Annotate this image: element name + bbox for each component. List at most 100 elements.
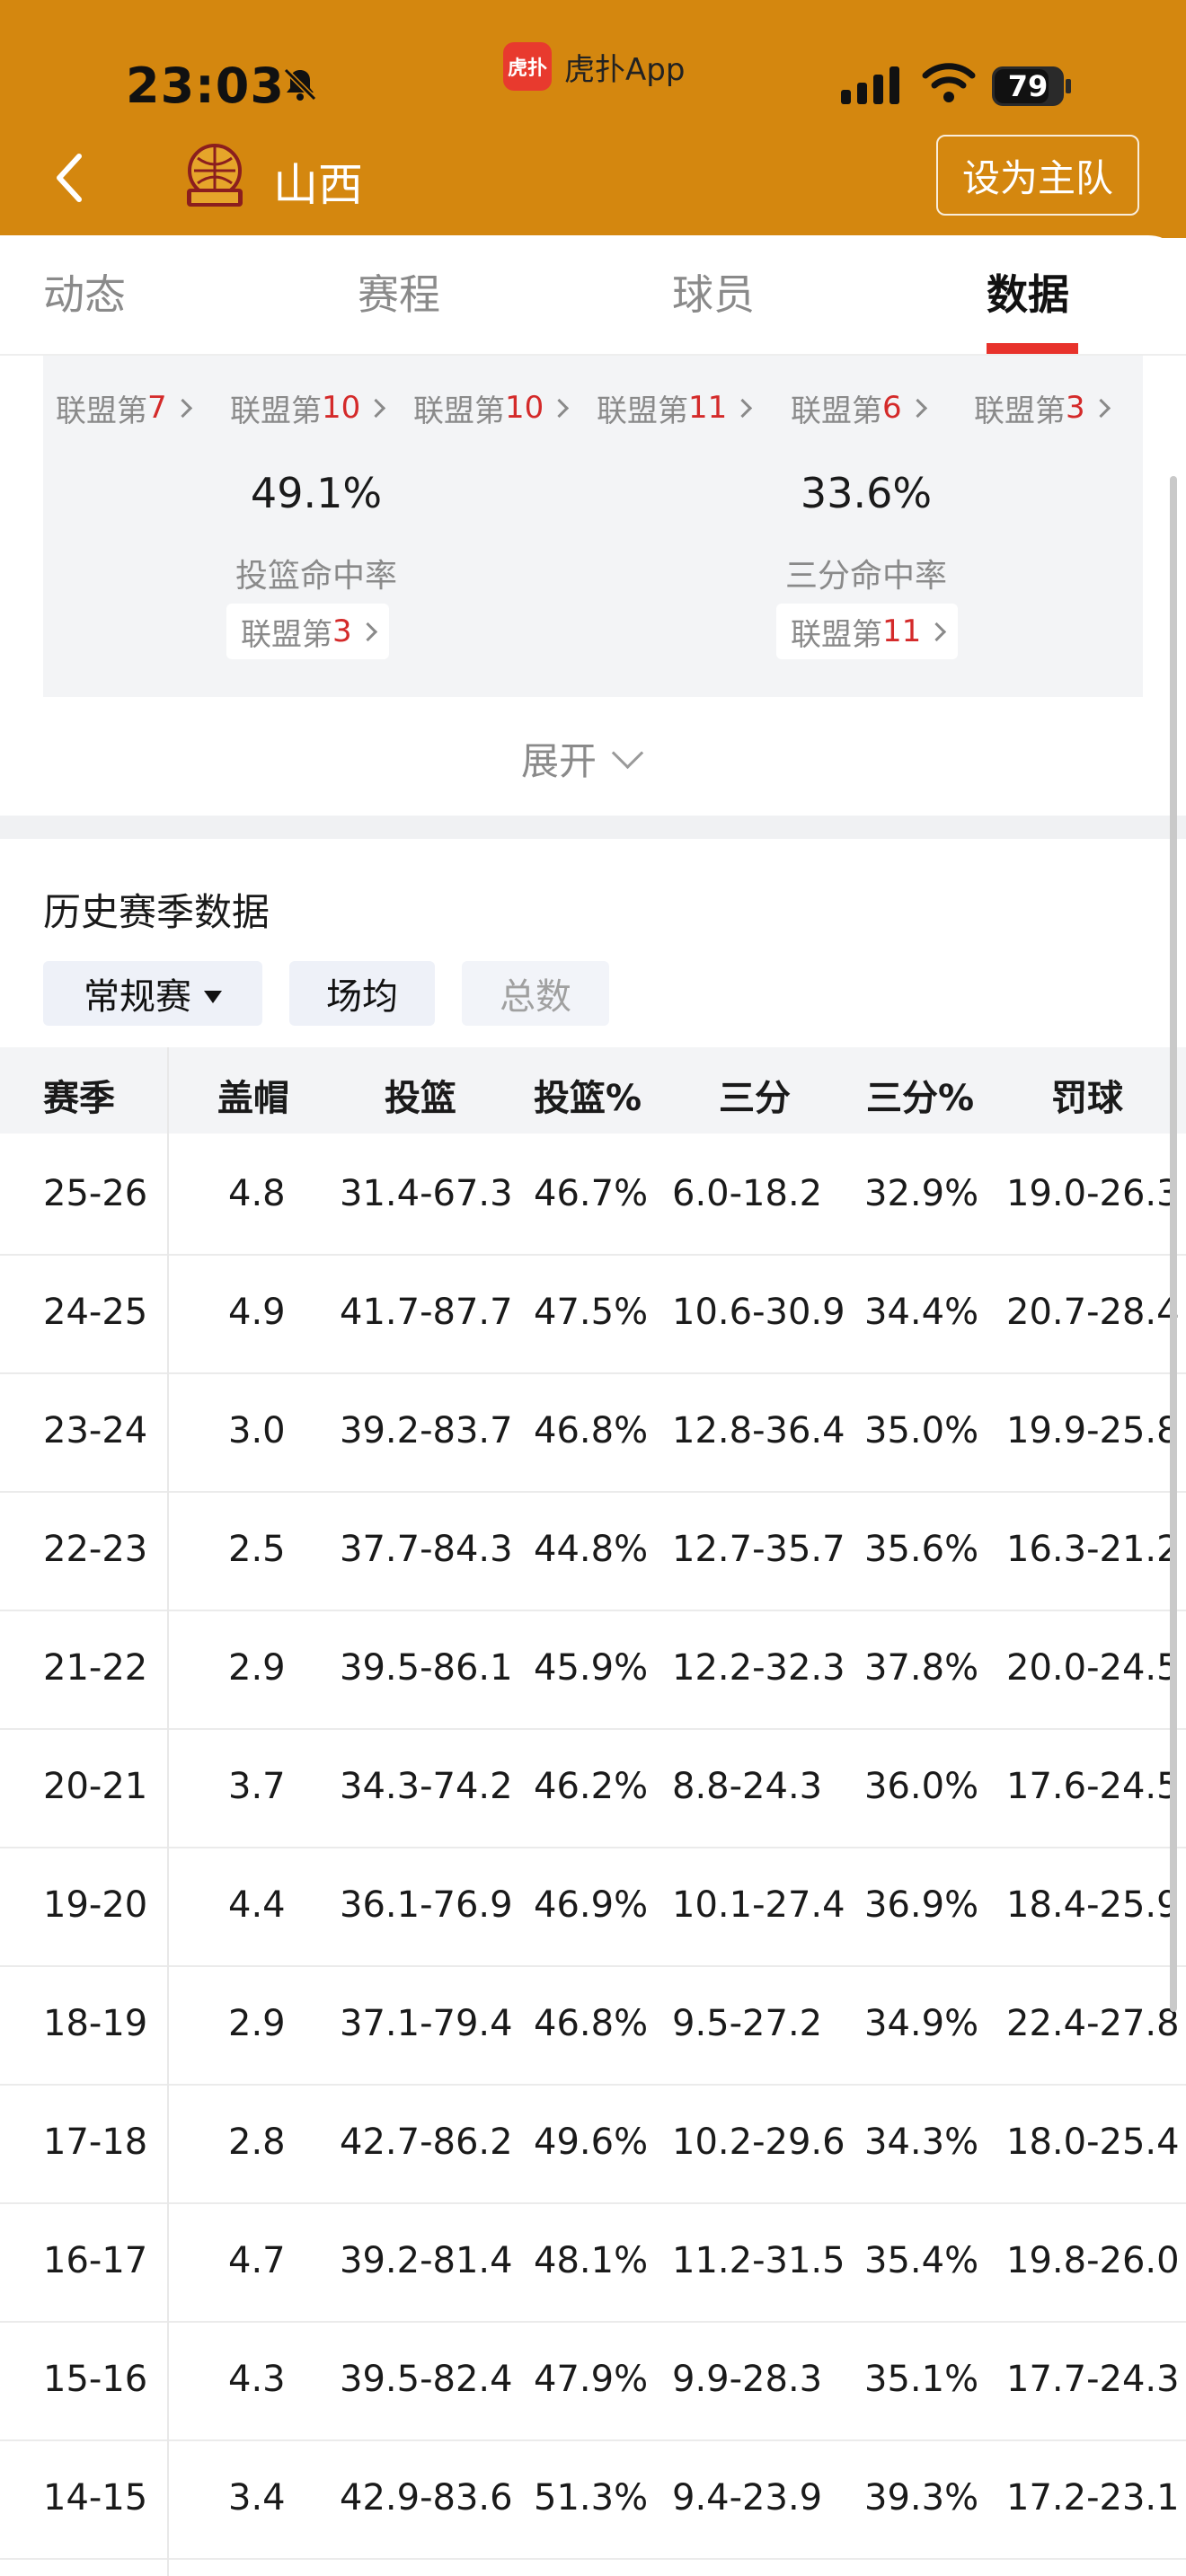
rank-prefix: 联盟第 <box>791 616 882 653</box>
cell-fg: 42.7-86.2 <box>340 2122 513 2163</box>
status-time: 23:03 <box>126 57 285 114</box>
cell-fg-pct: 48.1% <box>534 2240 649 2281</box>
cell-ft: 18.4-25.9 <box>1006 1884 1180 1926</box>
cell-season: 14-15 <box>43 2477 148 2519</box>
cell-season: 23-24 <box>43 1410 148 1451</box>
rank-number: 3 <box>1066 390 1085 426</box>
cell-fg: 37.1-79.4 <box>340 2003 513 2044</box>
chevron-right-icon <box>367 398 386 418</box>
cell-three: 12.8-36.4 <box>672 1410 845 1451</box>
table-row[interactable]: 21-22 2.9 39.5-86.1 45.9% 12.2-32.3 37.8% 20.0… <box>0 1610 1186 1730</box>
table-row[interactable]: 20-21 3.7 34.3-74.2 46.2% 8.8-24.3 36.0% 17.6-… <box>0 1728 1186 1848</box>
cell-ft: 20.0-24.5 <box>1006 1647 1180 1689</box>
frozen-column-divider <box>167 1047 169 2576</box>
set-home-team-button[interactable]: 设为主队 <box>936 135 1139 216</box>
cell-fg: 31.4-67.3 <box>340 1173 513 1214</box>
cell-season: 17-18 <box>43 2122 148 2163</box>
fg-pct-value: 49.1% <box>250 469 383 517</box>
table-row[interactable]: 16-17 4.7 39.2-81.4 48.1% 11.2-31.5 35.4% 19.8… <box>0 2202 1186 2323</box>
league-rank-link[interactable]: 联盟第 6 <box>791 386 927 429</box>
cell-three: 8.8-24.3 <box>672 1766 823 1807</box>
table-row[interactable]: 23-24 3.0 39.2-83.7 46.8% 12.8-36.4 35.0% 19.9… <box>0 1372 1186 1493</box>
cell-three-pct: 36.9% <box>864 1884 979 1926</box>
cell-fg-pct: 47.5% <box>534 1292 649 1333</box>
team-name: 山西 <box>273 159 363 211</box>
col-header-fg: 投篮 <box>385 1078 456 1119</box>
cell-blocks: 4.7 <box>228 2240 286 2281</box>
table-row[interactable]: 18-19 2.9 37.1-79.4 46.8% 9.5-27.2 34.9% 22.4-… <box>0 1965 1186 2086</box>
cell-three-pct: 34.3% <box>864 2122 979 2163</box>
scrollbar[interactable] <box>1170 476 1177 2012</box>
table-row[interactable]: 24-25 4.9 41.7-87.7 47.5% 10.6-30.9 34.4% 20.7… <box>0 1254 1186 1374</box>
table-row[interactable]: 14-15 3.4 42.9-83.6 51.3% 9.4-23.9 39.3% 17.2-… <box>0 2439 1186 2560</box>
expand-label: 展开 <box>521 738 597 783</box>
hupu-logo-text: 虎扑 <box>507 57 547 80</box>
cell-ft: 17.7-24.3 <box>1006 2359 1180 2400</box>
table-row[interactable]: 15-16 4.3 39.5-82.4 47.9% 9.9-28.3 35.1% 17.7-… <box>0 2321 1186 2441</box>
rank-number: 7 <box>147 390 167 426</box>
cell-season: 19-20 <box>43 1884 148 1926</box>
cell-ft: 16.3-21.2 <box>1006 1529 1180 1570</box>
fg-pct-rank-link[interactable]: 联盟第 3 <box>226 604 389 659</box>
history-title: 历史赛季数据 <box>43 890 270 934</box>
cell-three-pct: 36.0% <box>864 1766 979 1807</box>
app-name: 虎扑App <box>564 51 686 88</box>
per-game-toggle[interactable]: 场均 <box>289 961 435 1026</box>
table-row[interactable]: 22-23 2.5 37.7-84.3 44.8% 12.7-35.7 35.6% 16.3… <box>0 1491 1186 1611</box>
section-divider <box>0 816 1186 839</box>
tab-stats[interactable]: 数据 <box>987 262 1069 322</box>
cell-blocks: 3.0 <box>228 1410 286 1451</box>
league-rank-link[interactable]: 联盟第 10 <box>413 386 570 429</box>
cell-three: 9.5-27.2 <box>672 2003 823 2044</box>
totals-toggle[interactable]: 总数 <box>462 961 609 1026</box>
cell-three: 10.6-30.9 <box>672 1292 845 1333</box>
rank-prefix: 联盟第 <box>230 393 322 429</box>
col-header-season: 赛季 <box>43 1078 115 1119</box>
expand-button[interactable]: 展开 <box>521 731 644 785</box>
tab-players[interactable]: 球员 <box>672 262 755 322</box>
cell-fg: 36.1-76.9 <box>340 1884 513 1926</box>
table-row[interactable]: 17-18 2.8 42.7-86.2 49.6% 10.2-29.6 34.3% 18.0… <box>0 2084 1186 2204</box>
table-row[interactable]: 19-20 4.4 36.1-76.9 46.9% 10.1-27.4 36.9% 18.4… <box>0 1847 1186 1967</box>
table-row[interactable]: 25-26 4.8 31.4-67.3 46.7% 6.0-18.2 32.9% 19.0-… <box>0 1135 1186 1256</box>
cell-fg-pct: 47.9% <box>534 2359 649 2400</box>
back-arrow-icon[interactable] <box>52 151 88 205</box>
rank-prefix: 联盟第 <box>241 616 332 653</box>
league-rank-link[interactable]: 联盟第 7 <box>56 386 192 429</box>
cell-fg-pct: 51.3% <box>534 2477 649 2519</box>
cell-three: 9.9-28.3 <box>672 2359 823 2400</box>
cell-blocks: 4.9 <box>228 1292 286 1333</box>
three-pct-value: 33.6% <box>800 469 933 517</box>
league-rank-link[interactable]: 联盟第 3 <box>974 386 1111 429</box>
chevron-right-icon <box>358 622 377 641</box>
rank-number: 11 <box>688 390 728 426</box>
col-header-fg-pct: 投篮% <box>534 1078 642 1119</box>
chevron-right-icon <box>927 622 947 641</box>
caret-down-icon <box>204 991 222 1003</box>
league-rank-link[interactable]: 联盟第 11 <box>597 386 753 429</box>
chevron-right-icon <box>1091 398 1111 418</box>
cell-blocks: 4.3 <box>228 2359 286 2400</box>
wifi-icon <box>922 63 976 102</box>
cell-fg: 39.2-83.7 <box>340 1410 513 1451</box>
cell-three: 10.2-29.6 <box>672 2122 845 2163</box>
cell-three-pct: 35.0% <box>864 1410 979 1451</box>
three-pct-rank-link[interactable]: 联盟第 11 <box>776 604 959 659</box>
cell-three: 11.2-31.5 <box>672 2240 845 2281</box>
rank-number: 10 <box>505 390 544 426</box>
season-type-dropdown[interactable]: 常规赛 <box>43 961 262 1026</box>
rank-number: 10 <box>322 390 361 426</box>
cell-blocks: 2.8 <box>228 2122 286 2163</box>
hupu-logo: 虎扑 <box>503 42 552 91</box>
cell-fg: 39.5-82.4 <box>340 2359 513 2400</box>
league-rank-link[interactable]: 联盟第 10 <box>230 386 386 429</box>
season-type-label: 常规赛 <box>84 976 191 1018</box>
cell-blocks: 3.4 <box>228 2477 286 2519</box>
cell-three: 12.7-35.7 <box>672 1529 845 1570</box>
rank-prefix: 联盟第 <box>597 393 688 429</box>
col-header-blocks: 盖帽 <box>217 1078 289 1119</box>
tab-schedule[interactable]: 赛程 <box>358 262 440 322</box>
cell-fg-pct: 49.6% <box>534 2122 649 2163</box>
cell-three-pct: 39.3% <box>864 2477 979 2519</box>
tab-news[interactable]: 动态 <box>43 262 126 322</box>
